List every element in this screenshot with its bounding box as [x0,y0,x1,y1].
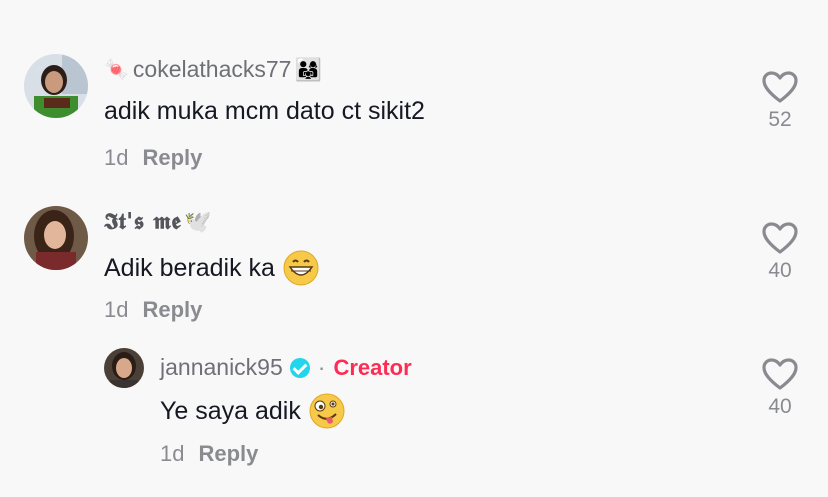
comment-meta: 1d Reply [160,441,258,467]
avatar[interactable] [104,348,144,388]
like-count: 52 [768,108,792,131]
comment-text: Ye saya adik [160,393,345,429]
username-text: 𝕴𝖙'𝖘 𝖒𝖊 [104,208,182,235]
like-count: 40 [768,259,792,282]
like-count: 40 [768,395,792,418]
username-text[interactable]: jannanick95 [160,354,283,381]
zany-face-emoji [309,393,345,429]
like-button[interactable]: 52 [758,70,802,132]
reply-username-row: jannanick95 · Creator [160,354,412,381]
comment-username[interactable]: 🍬 cokelathacks77 👨‍👩‍👧 [104,56,322,83]
verified-badge-icon [289,357,310,378]
reply-button[interactable]: Reply [142,145,202,170]
heart-icon [762,222,798,254]
like-button[interactable]: 40 [758,357,802,419]
heart-icon [762,71,798,103]
grinning-face-emoji [283,250,319,286]
comment-username[interactable]: 𝕴𝖙'𝖘 𝖒𝖊 🕊️ [104,208,212,235]
creator-badge: Creator [333,354,412,380]
heart-icon [762,358,798,390]
comment-meta: 1d Reply [104,145,202,171]
comment-text-content: Adik beradik ka [104,253,275,282]
comment-time: 1d [104,297,129,322]
family-icon: 👨‍👩‍👧 [294,56,322,82]
candy-icon: 🍬 [104,59,129,81]
comment-text: adik muka mcm dato ct sikit2 [104,97,425,125]
reply-button[interactable]: Reply [142,297,202,322]
dove-icon: 🕊️ [184,208,212,234]
comment-time: 1d [104,145,129,170]
comment-meta: 1d Reply [104,297,202,323]
comment-text: Adik beradik ka [104,250,319,286]
comment-time: 1d [160,441,185,466]
avatar[interactable] [24,54,88,118]
reply-button[interactable]: Reply [198,441,258,466]
comment-text-content: Ye saya adik [160,396,301,425]
avatar[interactable] [24,206,88,270]
like-button[interactable]: 40 [758,221,802,283]
username-text: cokelathacks77 [132,56,292,82]
separator-dot: · [317,354,326,380]
